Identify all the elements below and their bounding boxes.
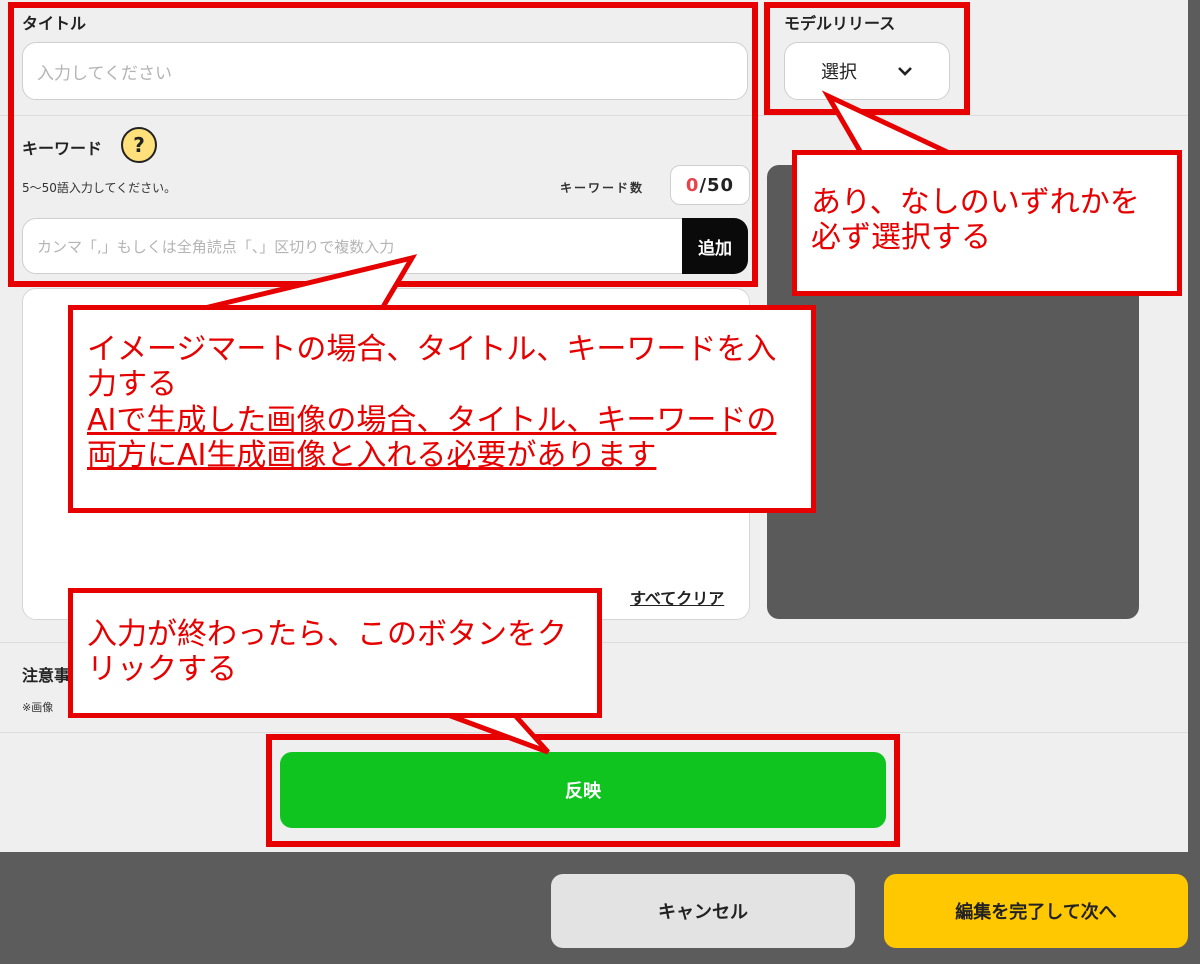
callout-model-release: あり、なしのいずれかを必ず選択する <box>792 150 1182 296</box>
callout-button-text: 入力が終わったら、このボタンをクリックする <box>87 617 567 688</box>
notice-label: 注意事 <box>22 666 71 685</box>
callout-keywords-line1: イメージマートの場合、タイトル、キーワードを入力する <box>87 332 777 403</box>
callout-model-text: あり、なしのいずれかを必ず選択する <box>811 185 1140 256</box>
clear-all-link[interactable]: すべてクリア <box>630 585 724 609</box>
callout-title-keywords: イメージマートの場合、タイトル、キーワードを入力する AIで生成した画像の場合、… <box>68 305 816 513</box>
highlight-title-keyword <box>8 2 758 287</box>
callout-keywords-line2: AIで生成した画像の場合、タイトル、キーワードの両方にAI生成画像と入れる必要が… <box>87 402 777 474</box>
highlight-model-release <box>764 2 970 115</box>
divider <box>0 732 1188 733</box>
cancel-button[interactable]: キャンセル <box>551 874 855 948</box>
highlight-reflect-button <box>266 734 900 847</box>
right-edge <box>1188 0 1200 852</box>
notice-text: ※画像 <box>22 701 54 714</box>
callout-reflect: 入力が終わったら、このボタンをクリックする <box>68 588 602 718</box>
finish-next-button[interactable]: 編集を完了して次へ <box>884 874 1188 948</box>
